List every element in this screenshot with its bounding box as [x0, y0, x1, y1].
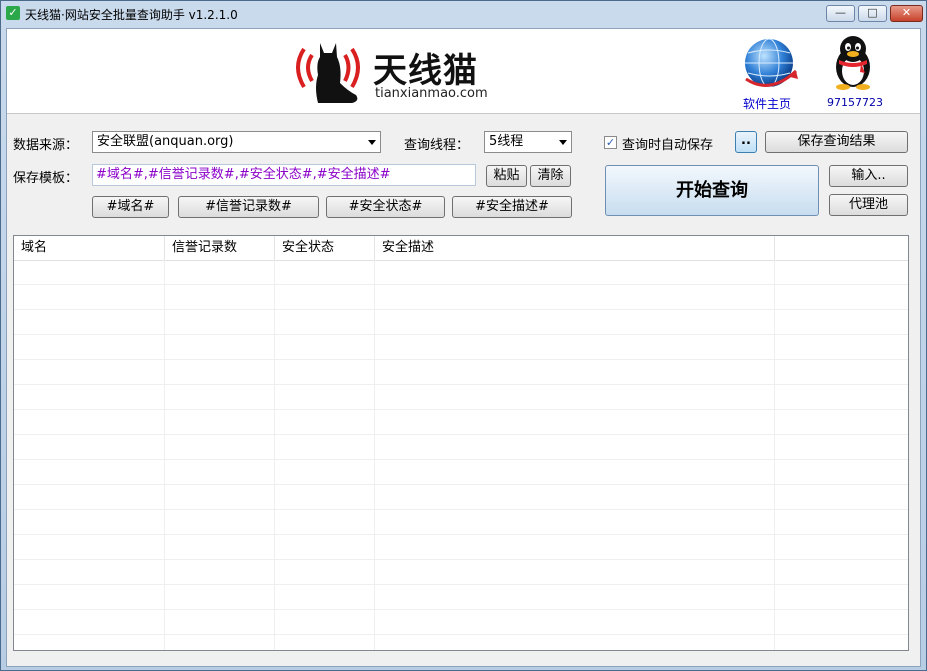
- proxy-pool-button[interactable]: 代理池: [829, 194, 908, 216]
- column-header-status[interactable]: 安全状态: [275, 236, 375, 260]
- source-select-value: 安全联盟(anquan.org): [97, 134, 234, 149]
- start-query-button[interactable]: 开始查询: [605, 165, 819, 216]
- logo-text-en: tianxianmao.com: [375, 86, 488, 101]
- column-divider: [164, 260, 165, 650]
- logo-text-cn: 天线猫: [373, 51, 478, 91]
- chevron-down-icon: [368, 140, 376, 145]
- source-label: 数据来源：: [13, 138, 79, 153]
- column-divider: [274, 260, 275, 650]
- column-header-filler: [775, 236, 908, 260]
- minimize-button[interactable]: —: [826, 5, 855, 22]
- title-bar[interactable]: ✓ 天线猫·网站安全批量查询助手 v1.2.1.0 — □ ✕: [1, 1, 926, 27]
- threads-select[interactable]: 5线程: [484, 131, 572, 153]
- tag-reputation-button[interactable]: #信誉记录数#: [178, 196, 319, 218]
- table-header: 域名 信誉记录数 安全状态 安全描述: [14, 236, 908, 261]
- column-header-description[interactable]: 安全描述: [375, 236, 775, 260]
- chevron-down-icon: [559, 140, 567, 145]
- qq-contact[interactable]: [829, 33, 877, 91]
- shield-check-icon: ✓: [6, 6, 20, 20]
- clear-button[interactable]: 清除: [530, 165, 571, 187]
- paste-button[interactable]: 粘贴: [486, 165, 527, 187]
- input-button[interactable]: 输入..: [829, 165, 908, 187]
- app-window: ✓ 天线猫·网站安全批量查询助手 v1.2.1.0 — □ ✕ 天线猫 tian…: [0, 0, 927, 671]
- browse-button[interactable]: ..: [735, 131, 757, 153]
- tag-description-button[interactable]: #安全描述#: [452, 196, 572, 218]
- template-input[interactable]: #域名#,#信誉记录数#,#安全状态#,#安全描述#: [92, 164, 476, 186]
- source-select[interactable]: 安全联盟(anquan.org): [92, 131, 381, 153]
- cat-signal-icon: [296, 43, 360, 103]
- qq-penguin-icon: [836, 36, 870, 90]
- homepage-globe[interactable]: [740, 33, 802, 95]
- column-header-reputation[interactable]: 信誉记录数: [165, 236, 275, 260]
- close-button[interactable]: ✕: [890, 5, 923, 22]
- window-title: 天线猫·网站安全批量查询助手 v1.2.1.0: [25, 8, 238, 22]
- column-divider: [374, 260, 375, 650]
- auto-save-checkbox[interactable]: ✓: [604, 136, 617, 149]
- qq-number: 97157723: [827, 96, 883, 109]
- template-label: 保存模板：: [13, 171, 79, 186]
- logo: 天线猫 tianxianmao.com: [290, 35, 500, 107]
- maximize-button[interactable]: □: [858, 5, 887, 22]
- banner: 天线猫 tianxianmao.com 软件主页 97157723: [7, 29, 920, 114]
- column-divider: [774, 260, 775, 650]
- threads-select-value: 5线程: [489, 134, 524, 149]
- homepage-link[interactable]: 软件主页: [743, 95, 791, 112]
- column-header-domain[interactable]: 域名: [14, 236, 165, 260]
- threads-label: 查询线程：: [404, 138, 470, 153]
- results-table[interactable]: 域名 信誉记录数 安全状态 安全描述: [13, 235, 909, 651]
- tag-domain-button[interactable]: #域名#: [92, 196, 169, 218]
- save-results-button[interactable]: 保存查询结果: [765, 131, 908, 153]
- globe-icon: [745, 38, 798, 88]
- auto-save-label: 查询时自动保存: [622, 138, 714, 153]
- tag-status-button[interactable]: #安全状态#: [326, 196, 445, 218]
- client-area: 天线猫 tianxianmao.com 软件主页 97157723 数据来源： …: [6, 28, 921, 667]
